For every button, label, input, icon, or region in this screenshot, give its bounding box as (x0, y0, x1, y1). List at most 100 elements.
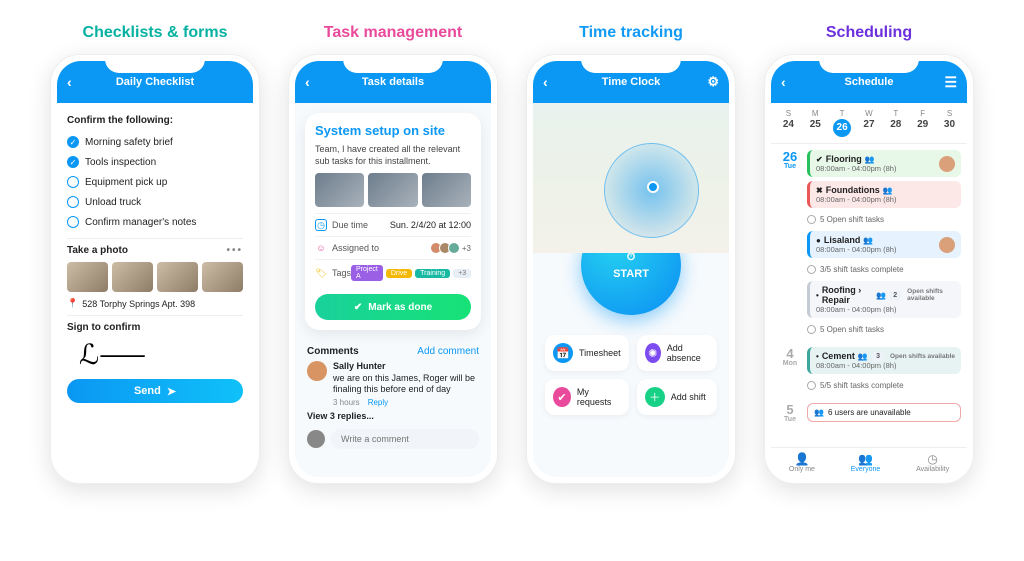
nav-clock[interactable]: ◷Availability (916, 452, 949, 473)
topbar-title: Schedule (845, 76, 894, 88)
comment-author: Sally Hunter (333, 361, 386, 371)
task-image[interactable] (315, 173, 364, 207)
assignee-avatars[interactable]: +3 (433, 242, 471, 254)
week-day[interactable]: F29 (912, 109, 934, 137)
phone-checklist: ‹ Daily Checklist Confirm the following:… (50, 54, 260, 484)
shift-name: Roofing › Repair (822, 285, 873, 305)
nav-people[interactable]: 👥Everyone (851, 452, 881, 473)
week-day[interactable]: S24 (777, 109, 799, 137)
clock-tile-sun[interactable]: ✺Add absence (637, 335, 717, 371)
tags[interactable]: Project A Drive Training +3 (351, 265, 471, 281)
weekday-number: 30 (938, 119, 960, 130)
nav-person[interactable]: 👤Only me (789, 452, 815, 473)
people-icon: 👥 (814, 408, 824, 417)
week-day[interactable]: M25 (804, 109, 826, 137)
back-icon[interactable]: ‹ (67, 74, 72, 90)
avatar[interactable] (939, 237, 955, 253)
address-row: 📍 528 Torphy Springs Apt. 398 (67, 298, 243, 309)
checklist-item[interactable]: ✓Tools inspection (67, 152, 243, 172)
add-comment-link[interactable]: Add comment (417, 346, 479, 357)
view-replies-link[interactable]: View 3 replies... (295, 408, 491, 424)
map-view[interactable] (533, 103, 729, 253)
tag-icon: 🏷 (315, 267, 327, 279)
shift-card[interactable]: •Cement 👥3Open shifts available 08:00am … (807, 347, 961, 374)
weekday-number: 25 (804, 119, 826, 130)
heading-time: Time tracking (579, 24, 683, 42)
task-card: System setup on site Team, I have create… (305, 113, 481, 330)
photo-thumb[interactable] (112, 262, 153, 292)
comment-input[interactable] (331, 429, 479, 449)
checklist-item[interactable]: Unload truck (67, 192, 243, 212)
shift-card[interactable]: •Roofing › Repair 👥2Open shifts availabl… (807, 281, 961, 318)
topbar-title: Daily Checklist (116, 76, 194, 88)
mark-done-button[interactable]: ✔ Mark as done (315, 294, 471, 320)
avatar[interactable] (307, 361, 327, 381)
circle-icon (67, 216, 79, 228)
back-icon[interactable]: ‹ (781, 74, 786, 90)
weekday-letter: T (831, 109, 853, 118)
photo-thumb[interactable] (67, 262, 108, 292)
send-button[interactable]: Send ➤ (67, 379, 243, 403)
shift-subtext: 5 Open shift tasks (807, 212, 961, 227)
weekday-letter: W (858, 109, 880, 118)
clock-tile-plus[interactable]: ＋Add shift (637, 379, 717, 415)
checklist-item[interactable]: Equipment pick up (67, 172, 243, 192)
topbar-title: Task details (362, 76, 424, 88)
signature-pad[interactable]: ℒ⸺ (67, 333, 243, 373)
check-icon: ✔ (553, 387, 571, 407)
bottom-nav: 👤Only me 👥Everyone ◷Availability (771, 447, 967, 477)
checklist-item[interactable]: ✓Morning safety brief (67, 132, 243, 152)
check-icon: ✓ (67, 156, 79, 168)
shift-name: Cement (822, 351, 855, 361)
weekday-number: 28 (885, 119, 907, 130)
weekday-letter: M (804, 109, 826, 118)
shift-time: 08:00am - 04:00pm (8h) (816, 195, 955, 204)
photo-thumb[interactable] (202, 262, 243, 292)
status-icon: ● (816, 236, 821, 245)
phone-clock: ‹ Time Clock ⚙ ⏱ START 📅Tim (526, 54, 736, 484)
menu-icon[interactable]: ☰ (944, 74, 957, 91)
user-icon: ☺ (315, 242, 327, 254)
heading-sched: Scheduling (826, 24, 912, 42)
pin-icon: 📍 (67, 298, 78, 309)
shift-subtext: 3/5 shift tasks complete (807, 262, 961, 277)
week-day[interactable]: W27 (858, 109, 880, 137)
tile-label: Add absence (667, 343, 709, 363)
back-icon[interactable]: ‹ (305, 74, 310, 90)
checklist-item-label: Confirm manager's notes (85, 217, 196, 228)
unavailable-banner[interactable]: 👥6 users are unavailable (807, 403, 961, 422)
clock-tile-check[interactable]: ✔My requests (545, 379, 629, 415)
photo-thumb[interactable] (157, 262, 198, 292)
circle-icon (807, 325, 816, 334)
shift-card[interactable]: ●Lisaland 👥 08:00am - 04:00pm (8h) (807, 231, 961, 258)
status-icon: ✖ (816, 186, 823, 195)
clock-tile-calendar[interactable]: 📅Timesheet (545, 335, 629, 371)
back-icon[interactable]: ‹ (543, 74, 548, 90)
gear-icon[interactable]: ⚙ (707, 74, 719, 90)
current-location-dot (647, 181, 659, 193)
clock-icon: ◷ (315, 219, 327, 231)
week-day[interactable]: S30 (938, 109, 960, 137)
task-image[interactable] (422, 173, 471, 207)
checklist-item-label: Unload truck (85, 197, 141, 208)
shift-card[interactable]: ✔Flooring 👥 08:00am - 04:00pm (8h) (807, 150, 961, 177)
task-image[interactable] (368, 173, 417, 207)
reply-link[interactable]: Reply (368, 398, 388, 408)
week-strip[interactable]: S24M25T26W27T28F29S30 (771, 103, 967, 144)
checklist-item[interactable]: Confirm manager's notes (67, 212, 243, 232)
checklist-item-label: Morning safety brief (85, 137, 173, 148)
comment-body: we are on this James, Roger will be fina… (333, 373, 475, 394)
people-icon: 👥 (883, 186, 893, 195)
more-icon[interactable]: ••• (226, 245, 243, 256)
day-label: 26Tue (779, 150, 801, 337)
photo-section: Take a photo ••• (67, 245, 243, 256)
shift-card[interactable]: ✖Foundations 👥 08:00am - 04:00pm (8h) (807, 181, 961, 208)
heading-task: Task management (324, 24, 462, 42)
task-name: System setup on site (315, 123, 471, 138)
clock-icon: ◷ (916, 452, 949, 466)
week-day[interactable]: T28 (885, 109, 907, 137)
shift-subtext: 5/5 shift tasks complete (807, 378, 961, 393)
avatar[interactable] (939, 156, 955, 172)
week-day[interactable]: T26 (831, 109, 853, 137)
task-desc: Team, I have created all the relevant su… (315, 144, 471, 167)
